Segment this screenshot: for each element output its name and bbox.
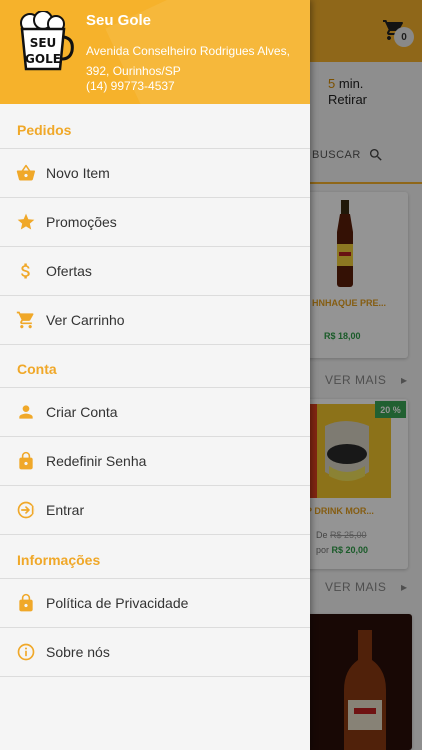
basket-icon xyxy=(0,163,46,183)
divider xyxy=(0,676,310,677)
menu-item-label: Promoções xyxy=(46,214,117,230)
dollar-icon xyxy=(0,261,46,281)
menu-item-label: Política de Privacidade xyxy=(46,595,189,611)
menu-item-redefinir-senha[interactable]: Redefinir Senha xyxy=(0,436,310,485)
star-icon xyxy=(0,212,46,232)
menu-item-label: Criar Conta xyxy=(46,404,118,420)
logo-text-top: SEU xyxy=(30,36,57,50)
store-logo: SEU GOLE xyxy=(10,11,74,75)
menu-item-label: Novo Item xyxy=(46,165,110,181)
menu-item-ofertas[interactable]: Ofertas xyxy=(0,246,310,295)
section-title-informacoes: Informações xyxy=(17,552,101,568)
store-name: Seu Gole xyxy=(86,12,152,29)
cart-icon xyxy=(0,310,46,330)
lock-icon xyxy=(0,593,46,613)
info-icon xyxy=(0,642,46,662)
menu-item-label: Redefinir Senha xyxy=(46,453,147,469)
section-title-conta: Conta xyxy=(17,361,57,377)
menu-item-ver-carrinho[interactable]: Ver Carrinho xyxy=(0,295,310,344)
menu-item-label: Ofertas xyxy=(46,263,92,279)
navigation-drawer: SEU GOLE Seu Gole Avenida Conselheiro Ro… xyxy=(0,0,310,750)
menu-item-label: Entrar xyxy=(46,502,85,518)
drawer-header: SEU GOLE Seu Gole Avenida Conselheiro Ro… xyxy=(0,0,310,104)
menu-item-criar-conta[interactable]: Criar Conta xyxy=(0,387,310,436)
divider xyxy=(0,344,310,345)
menu-item-novo-item[interactable]: Novo Item xyxy=(0,148,310,197)
menu-item-label: Ver Carrinho xyxy=(46,312,125,328)
store-address: Avenida Conselheiro Rodrigues Alves, 392… xyxy=(86,44,290,78)
section-title-pedidos: Pedidos xyxy=(17,122,72,138)
menu-item-label: Sobre nós xyxy=(46,644,110,660)
person-icon xyxy=(0,402,46,422)
store-phone[interactable]: (14) 99773-4537 xyxy=(86,79,175,93)
menu-item-politica-privacidade[interactable]: Política de Privacidade xyxy=(0,578,310,627)
logo-text-bottom: GOLE xyxy=(25,52,61,66)
menu-item-entrar[interactable]: Entrar xyxy=(0,485,310,534)
divider xyxy=(0,534,310,535)
lock-icon xyxy=(0,451,46,471)
menu-item-sobre-nos[interactable]: Sobre nós xyxy=(0,627,310,676)
menu-item-promocoes[interactable]: Promoções xyxy=(0,197,310,246)
login-icon xyxy=(0,500,46,520)
